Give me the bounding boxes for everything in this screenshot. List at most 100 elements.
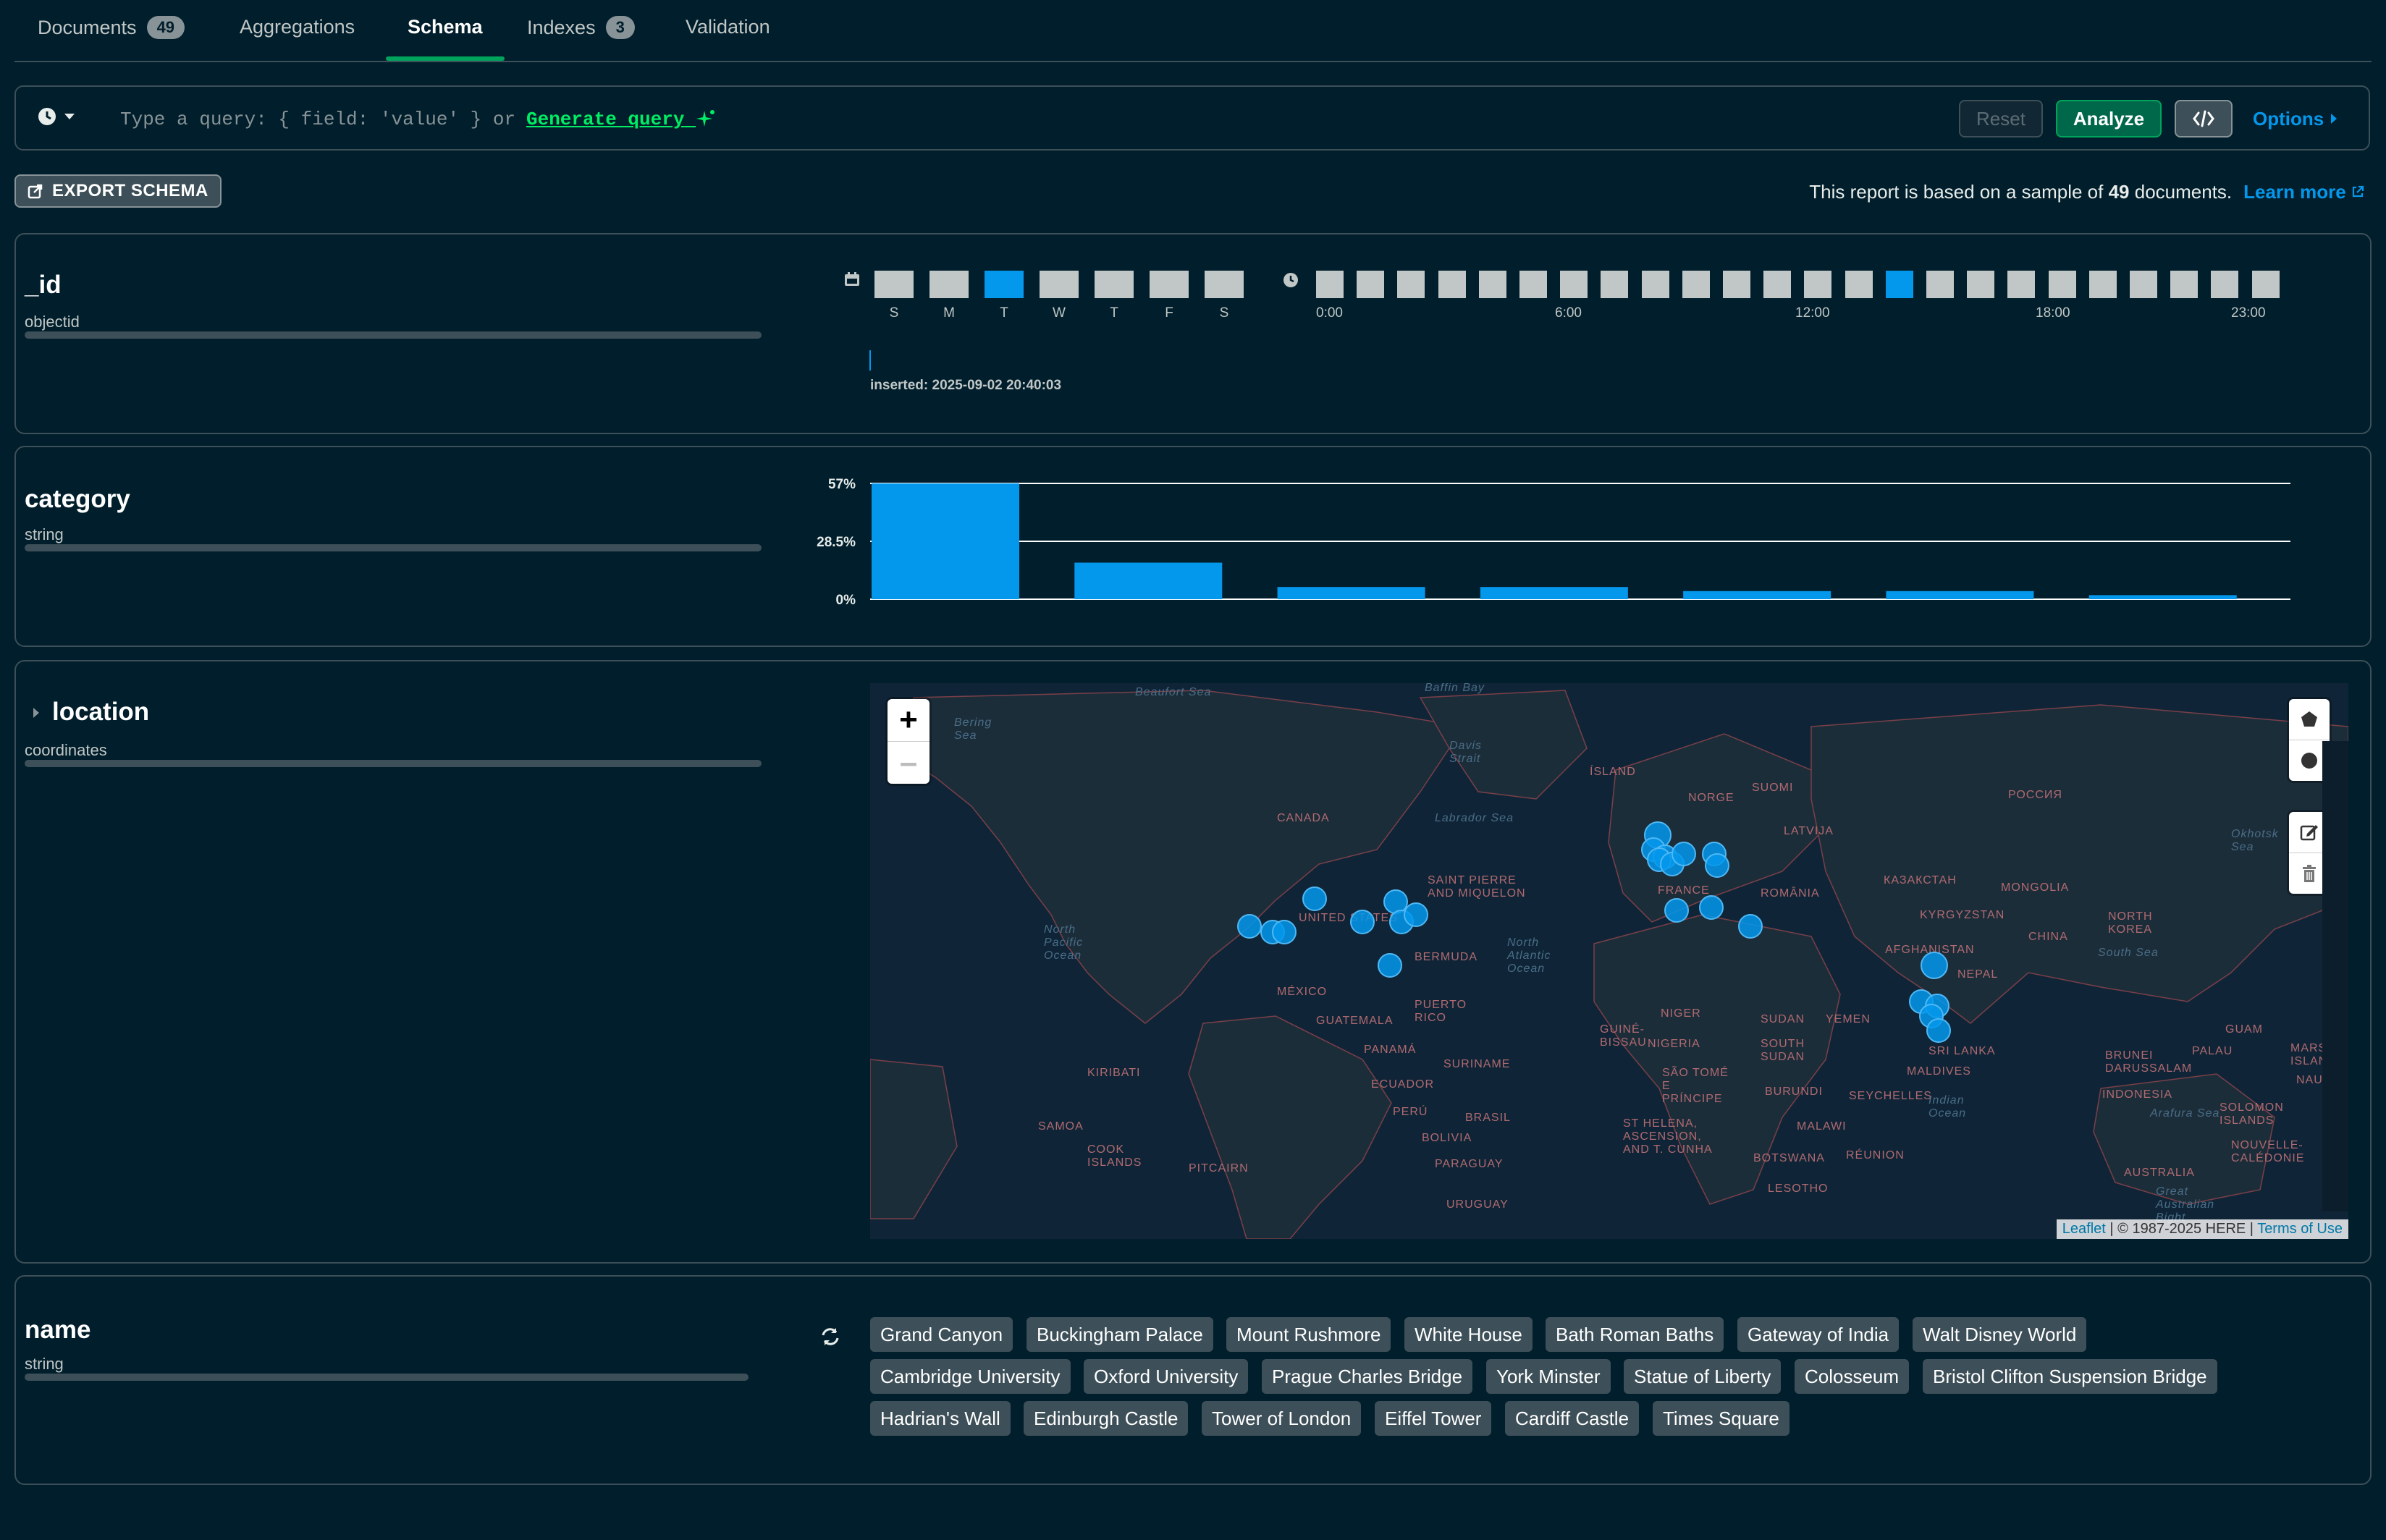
clock-icon	[38, 108, 56, 125]
hour-bar[interactable]	[1682, 271, 1710, 298]
export-schema-label: EXPORT SCHEMA	[52, 181, 208, 200]
weekday-bar[interactable]	[1150, 271, 1189, 298]
learn-more-link[interactable]: Learn more	[2243, 181, 2364, 203]
query-bar: Type a query: { field: 'value' } or Gene…	[14, 85, 2370, 151]
query-input[interactable]: Type a query: { field: 'value' } or	[120, 109, 515, 130]
hour-bar[interactable]	[1519, 271, 1547, 298]
category-bar[interactable]	[1074, 562, 1223, 599]
hour-bar[interactable]	[1357, 271, 1384, 298]
draw-polygon-button[interactable]	[2289, 699, 2330, 740]
category-bar[interactable]	[2088, 595, 2237, 599]
analyze-button[interactable]: Analyze	[2056, 100, 2162, 138]
refresh-icon[interactable]	[819, 1326, 841, 1348]
hour-bar[interactable]	[1763, 271, 1791, 298]
hour-bar[interactable]	[2252, 271, 2280, 298]
tab-schema[interactable]: Schema	[408, 16, 483, 38]
hour-bar[interactable]	[1804, 271, 1831, 298]
map-attribution: Leaflet | © 1987-2025 HERE | Terms of Us…	[2056, 1219, 2348, 1239]
name-value-chip[interactable]: Bristol Clifton Suspension Bridge	[1923, 1359, 2217, 1394]
hour-bar[interactable]	[1886, 271, 1913, 298]
hour-bar[interactable]	[2089, 271, 2117, 298]
active-tab-indicator	[386, 56, 505, 61]
generate-query-label: Generate query	[526, 109, 685, 130]
hour-bar[interactable]	[1926, 271, 1954, 298]
expand-caret-icon[interactable]	[32, 706, 41, 719]
hour-bar[interactable]	[1397, 271, 1425, 298]
name-value-chip[interactable]: Oxford University	[1084, 1359, 1249, 1394]
terms-of-use-link[interactable]: Terms of Use	[2257, 1221, 2343, 1237]
name-value-chip[interactable]: Edinburgh Castle	[1024, 1401, 1189, 1436]
name-value-chip[interactable]: Colosseum	[1795, 1359, 1910, 1394]
tab-aggregations[interactable]: Aggregations	[240, 16, 355, 38]
weekday-bar[interactable]	[1040, 271, 1079, 298]
name-value-chip[interactable]: York Minster	[1486, 1359, 1611, 1394]
location-map[interactable]: CANADA UNITED STATES MÉXICO GUATEMALA PA…	[870, 683, 2348, 1239]
hour-bar[interactable]	[2211, 271, 2238, 298]
hour-bar[interactable]	[1845, 271, 1873, 298]
external-link-icon	[2352, 185, 2364, 198]
category-bar[interactable]	[1277, 587, 1425, 599]
category-bar[interactable]	[1480, 587, 1628, 599]
export-schema-button[interactable]: EXPORT SCHEMA	[14, 174, 222, 208]
name-value-chip[interactable]: Walt Disney World	[1913, 1317, 2087, 1352]
name-value-chip[interactable]: Mount Rushmore	[1226, 1317, 1391, 1352]
weekday-bar[interactable]	[929, 271, 969, 298]
tab-label: Validation	[686, 16, 770, 38]
code-view-button[interactable]	[2175, 100, 2233, 138]
hour-bar[interactable]	[2049, 271, 2076, 298]
category-bar[interactable]	[1683, 591, 1831, 599]
name-value-chip[interactable]: Statue of Liberty	[1624, 1359, 1782, 1394]
hour-bar[interactable]	[2170, 271, 2198, 298]
name-value-chip[interactable]: Eiffel Tower	[1375, 1401, 1492, 1436]
sample-info: This report is based on a sample of 49 d…	[1809, 181, 2364, 203]
tab-validation[interactable]: Validation	[686, 16, 770, 38]
tab-label: Documents	[38, 16, 137, 38]
map-marker	[1664, 898, 1689, 923]
name-value-chip[interactable]: Prague Charles Bridge	[1262, 1359, 1473, 1394]
name-value-chip[interactable]: Cambridge University	[870, 1359, 1071, 1394]
hour-bar[interactable]	[1316, 271, 1344, 298]
zoom-out-button[interactable]: –	[888, 742, 929, 784]
hour-bar[interactable]	[1560, 271, 1588, 298]
category-bar[interactable]	[1886, 591, 2034, 599]
zoom-in-button[interactable]: +	[888, 699, 929, 742]
hour-bar[interactable]	[2007, 271, 2035, 298]
name-value-chip[interactable]: Cardiff Castle	[1505, 1401, 1640, 1436]
hour-label: 12:00	[1795, 305, 1830, 321]
name-value-chip[interactable]: Bath Roman Baths	[1546, 1317, 1724, 1352]
y-tick-label: 28.5%	[817, 535, 856, 550]
reset-button[interactable]: Reset	[1959, 100, 2043, 138]
query-history-button[interactable]	[38, 107, 75, 126]
field-type-bar-id	[25, 331, 762, 339]
hour-bar[interactable]	[1438, 271, 1466, 298]
name-value-chip[interactable]: Times Square	[1653, 1401, 1790, 1436]
name-value-chip[interactable]: Buckingham Palace	[1027, 1317, 1213, 1352]
field-type-bar-category	[25, 544, 762, 551]
weekday-bar[interactable]	[1095, 271, 1134, 298]
name-value-chip[interactable]: Grand Canyon	[870, 1317, 1013, 1352]
name-value-chip[interactable]: Hadrian's Wall	[870, 1401, 1011, 1436]
hour-bar[interactable]	[1479, 271, 1506, 298]
hour-bar[interactable]	[1601, 271, 1628, 298]
weekday-bar[interactable]	[874, 271, 914, 298]
options-toggle[interactable]: Options	[2253, 100, 2354, 138]
weekday-label: M	[943, 305, 955, 321]
generate-query-link[interactable]: Generate query	[526, 109, 716, 130]
name-value-chip[interactable]: Gateway of India	[1737, 1317, 1900, 1352]
hour-bar[interactable]	[1967, 271, 1994, 298]
leaflet-link[interactable]: Leaflet	[2062, 1221, 2106, 1237]
map-scroll-track	[2322, 741, 2348, 1211]
hour-bar[interactable]	[1723, 271, 1750, 298]
hour-bar[interactable]	[1642, 271, 1669, 298]
name-value-chip[interactable]: Tower of London	[1202, 1401, 1362, 1436]
caret-right-icon	[2331, 114, 2337, 124]
learn-more-label: Learn more	[2243, 181, 2346, 203]
name-value-chip[interactable]: White House	[1404, 1317, 1533, 1352]
weekday-bar[interactable]	[1205, 271, 1244, 298]
map-marker	[1926, 1018, 1951, 1043]
tab-indexes[interactable]: Indexes 3	[527, 16, 635, 39]
hour-bar[interactable]	[2130, 271, 2157, 298]
category-bar[interactable]	[872, 483, 1019, 599]
tab-documents[interactable]: Documents 49	[38, 16, 185, 39]
weekday-bar[interactable]	[985, 271, 1024, 298]
